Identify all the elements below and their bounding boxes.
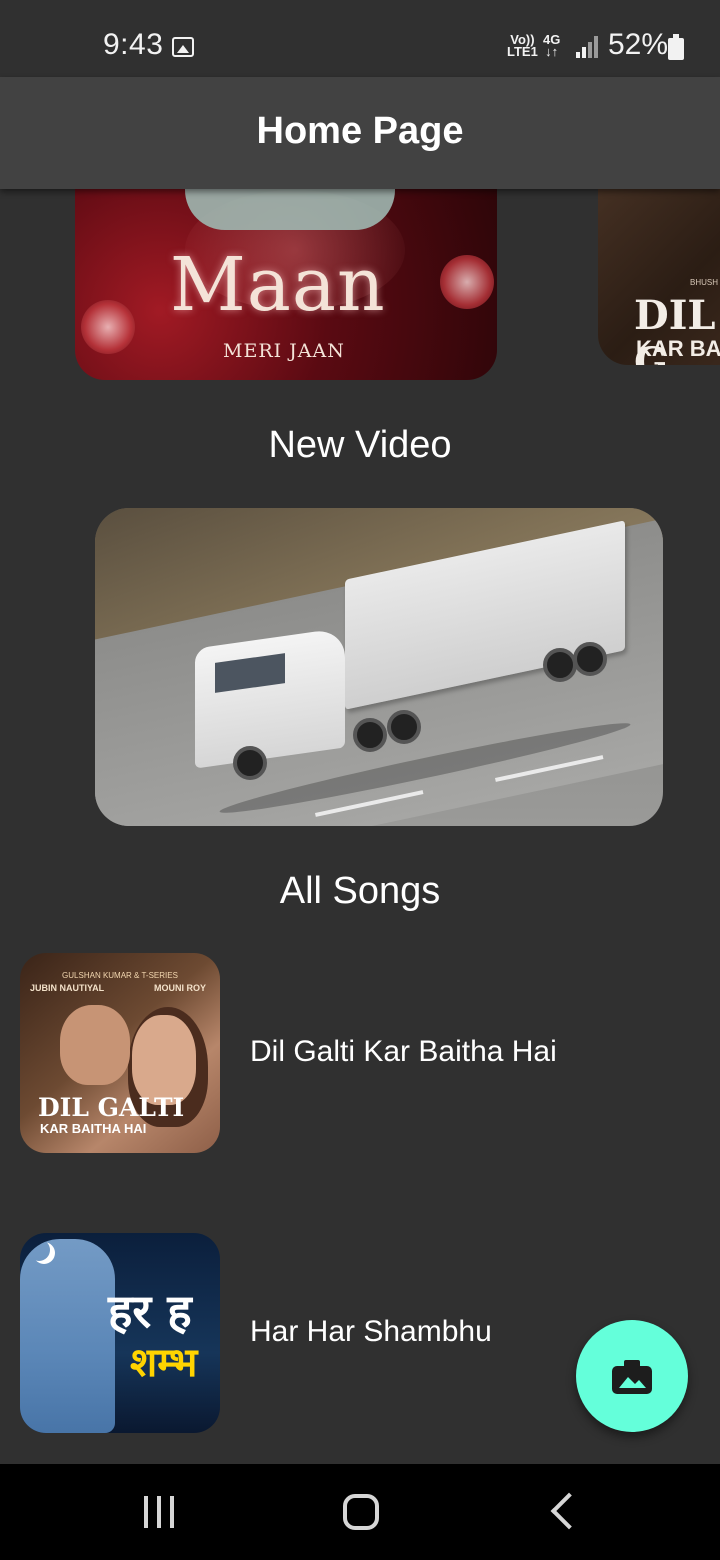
song-thumbnail: हर ह शम्भ: [20, 1233, 220, 1433]
thumb-figure: [20, 1239, 115, 1433]
signal-icon: [576, 36, 598, 58]
new-video-heading: New Video: [268, 424, 452, 466]
add-photo-button[interactable]: [576, 1320, 688, 1432]
thumb-singer: JUBIN NAUTIYAL: [30, 983, 105, 993]
thumb-title: हर ह: [108, 1284, 192, 1338]
network-indicator: 4G ↓↑: [543, 33, 560, 59]
thumb-title: DIL GALTI: [38, 1093, 185, 1122]
recent-apps-icon[interactable]: [144, 1496, 178, 1528]
song-title: Har Har Shambhu: [250, 1315, 492, 1348]
data-arrows-icon: ↓↑: [545, 44, 559, 59]
thumb-figure: [60, 1005, 130, 1085]
volte-indicator: Vo)) LTE1: [507, 33, 538, 59]
disco-ball-graphic: [81, 300, 135, 354]
truck-cab: [195, 627, 345, 769]
page-title: Home Page: [256, 110, 464, 152]
thumb-presenter: GULSHAN KUMAR & T-SERIES: [62, 971, 178, 980]
status-bar: 9:43 Vo)) LTE1 4G ↓↑ 52%: [0, 0, 720, 77]
song-list-item[interactable]: GULSHAN KUMAR & T-SERIES JUBIN NAUTIYAL …: [0, 953, 720, 1153]
battery-charging-icon: [668, 34, 684, 60]
truck-wheel: [233, 746, 267, 780]
carousel-subtitle: KAR BA: [636, 336, 720, 361]
carousel-title: Maan: [170, 242, 386, 328]
truck-wheel: [387, 710, 421, 744]
thumb-figure: [132, 1015, 196, 1105]
thumb-subtitle: शम्भ: [130, 1340, 198, 1386]
home-icon[interactable]: [343, 1494, 379, 1530]
disco-ball-graphic: [440, 255, 494, 309]
back-icon[interactable]: [550, 1492, 588, 1530]
truck-wheel: [353, 718, 387, 752]
gallery-icon: [172, 37, 194, 57]
new-video-thumbnail[interactable]: [95, 508, 663, 826]
crescent-moon-icon: [28, 1239, 50, 1261]
screen: 9:43 Vo)) LTE1 4G ↓↑ 52% Home Page Maan …: [0, 0, 720, 1560]
thumb-actor: MOUNI ROY: [153, 983, 206, 993]
carousel-label: BHUSH: [690, 278, 719, 287]
battery-percentage: 52%: [608, 28, 669, 61]
thumb-subtitle: KAR BAITHA HAI: [40, 1121, 147, 1136]
truck-wheel: [573, 642, 607, 676]
add-photo-icon: [612, 1360, 652, 1394]
status-time: 9:43: [103, 28, 164, 61]
song-thumbnail: GULSHAN KUMAR & T-SERIES JUBIN NAUTIYAL …: [20, 953, 220, 1153]
app-bar: Home Page: [0, 77, 720, 189]
song-title: Dil Galti Kar Baitha Hai: [250, 1035, 557, 1068]
truck-wheel: [543, 648, 577, 682]
system-nav-bar: [0, 1464, 720, 1560]
all-songs-heading: All Songs: [279, 870, 441, 912]
carousel-subtitle: MERI JAAN: [223, 340, 345, 362]
volte-line2: LTE1: [507, 44, 538, 59]
